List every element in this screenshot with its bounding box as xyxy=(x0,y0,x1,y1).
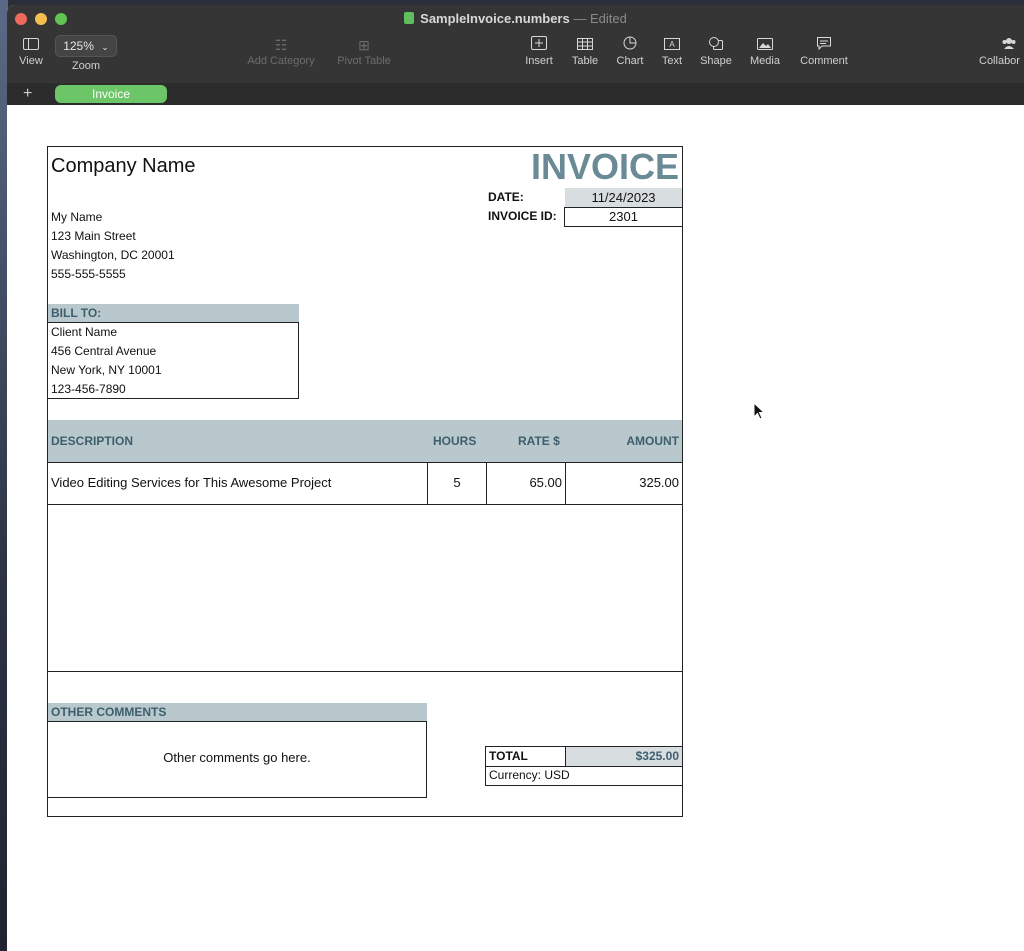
view-label: View xyxy=(19,55,43,67)
comment-icon xyxy=(795,35,853,55)
column-hours: HOURS xyxy=(433,434,477,448)
column-amount: AMOUNT xyxy=(626,434,679,448)
collaborate-label: Collabor xyxy=(979,55,1020,67)
items-header-row: DESCRIPTION HOURS RATE $ AMOUNT xyxy=(48,420,682,463)
date-label: DATE: xyxy=(488,190,524,204)
client-phone[interactable]: 123-456-7890 xyxy=(51,380,298,399)
text-box-icon: A xyxy=(657,35,687,55)
add-category-label: Add Category xyxy=(247,55,315,67)
title-bar: SampleInvoice.numbers — Edited View 125%… xyxy=(7,5,1024,84)
item-rate[interactable]: 65.00 xyxy=(487,475,562,490)
table-row: Video Editing Services for This Awesome … xyxy=(48,463,682,505)
image-icon xyxy=(745,35,785,55)
svg-text:A: A xyxy=(669,40,675,49)
sender-city[interactable]: Washington, DC 20001 xyxy=(51,246,175,265)
shape-label: Shape xyxy=(700,55,732,67)
pivot-table-button[interactable]: ⊞ Pivot Table xyxy=(333,35,395,67)
column-rate: RATE $ xyxy=(518,434,560,448)
window-title-separator: — xyxy=(573,11,587,26)
client-city[interactable]: New York, NY 10001 xyxy=(51,361,298,380)
numbers-document-icon xyxy=(404,12,415,24)
add-sheet-button[interactable]: + xyxy=(23,83,32,105)
window-filename: SampleInvoice.numbers xyxy=(420,11,570,26)
sender-name[interactable]: My Name xyxy=(51,208,175,227)
chart-button[interactable]: Chart xyxy=(611,35,649,67)
table-button[interactable]: Table xyxy=(567,35,603,67)
insert-label: Insert xyxy=(525,55,553,67)
text-label: Text xyxy=(661,55,683,67)
pivot-table-label: Pivot Table xyxy=(337,55,391,67)
item-hours[interactable]: 5 xyxy=(428,475,486,490)
client-name[interactable]: Client Name xyxy=(51,323,298,342)
zoom-label-wrap: Zoom xyxy=(55,60,117,72)
collaborate-button[interactable]: Collabor xyxy=(979,35,1024,67)
chevron-down-icon: ⌄ xyxy=(101,42,109,52)
shape-icon xyxy=(697,35,735,55)
pie-chart-icon xyxy=(611,35,649,55)
other-comments-header: OTHER COMMENTS xyxy=(48,703,427,721)
currency-label[interactable]: Currency: USD xyxy=(489,768,570,782)
other-comments-box[interactable]: Other comments go here. xyxy=(48,721,427,798)
window-title: SampleInvoice.numbers — Edited xyxy=(7,11,1024,26)
shape-button[interactable]: Shape xyxy=(697,35,735,67)
zoom-dropdown[interactable]: 125% ⌄ xyxy=(55,35,117,57)
sender-street[interactable]: 123 Main Street xyxy=(51,227,175,246)
media-label: Media xyxy=(750,55,780,67)
total-label: TOTAL xyxy=(489,749,528,763)
item-description[interactable]: Video Editing Services for This Awesome … xyxy=(51,475,331,490)
invoice-id-label: INVOICE ID: xyxy=(488,209,557,223)
items-bottom-rule xyxy=(48,671,682,672)
item-amount[interactable]: 325.00 xyxy=(639,475,679,490)
bill-to-box: Client Name 456 Central Avenue New York,… xyxy=(48,322,299,399)
zoom-label: Zoom xyxy=(71,60,101,72)
comment-button[interactable]: Comment xyxy=(795,35,853,67)
total-box: TOTAL $325.00 Currency: USD xyxy=(485,746,682,786)
zoom-value: 125% xyxy=(63,39,94,53)
date-value[interactable]: 11/24/2023 xyxy=(565,188,682,207)
invoice-title[interactable]: INVOICE xyxy=(531,146,679,188)
sheet-canvas: Company Name INVOICE DATE: 11/24/2023 IN… xyxy=(7,105,1024,951)
numbers-window: SampleInvoice.numbers — Edited View 125%… xyxy=(7,5,1024,951)
add-category-icon: ☷ xyxy=(274,37,288,53)
view-button[interactable]: View xyxy=(15,35,47,67)
sender-block: My Name 123 Main Street Washington, DC 2… xyxy=(51,208,175,284)
sheet-tab-invoice[interactable]: Invoice xyxy=(55,85,167,103)
comment-label: Comment xyxy=(800,55,848,67)
window-edited-status: Edited xyxy=(589,11,627,26)
company-name[interactable]: Company Name xyxy=(51,155,196,178)
column-divider xyxy=(565,463,566,504)
insert-button[interactable]: Insert xyxy=(521,35,557,67)
sidebar-icon xyxy=(15,35,47,55)
sheet-tab-bar: + Invoice xyxy=(7,83,1024,105)
media-button[interactable]: Media xyxy=(745,35,785,67)
sender-phone[interactable]: 555-555-5555 xyxy=(51,265,175,284)
invoice-sheet: Company Name INVOICE DATE: 11/24/2023 IN… xyxy=(47,146,683,817)
collaborate-icon xyxy=(979,35,1024,55)
text-button[interactable]: A Text xyxy=(657,35,687,67)
total-row: TOTAL $325.00 xyxy=(486,747,682,767)
add-category-button[interactable]: ☷ Add Category xyxy=(243,35,319,67)
total-value[interactable]: $325.00 xyxy=(636,749,679,763)
insert-icon xyxy=(521,35,557,55)
mouse-pointer-icon xyxy=(753,402,766,420)
invoice-id-value[interactable]: 2301 xyxy=(564,207,683,227)
pivot-table-icon: ⊞ xyxy=(358,37,370,53)
chart-label: Chart xyxy=(616,55,644,67)
column-description: DESCRIPTION xyxy=(51,434,134,448)
client-street[interactable]: 456 Central Avenue xyxy=(51,342,298,361)
bill-to-header: BILL TO: xyxy=(48,304,299,322)
table-icon xyxy=(567,35,603,55)
total-value-cell: $325.00 xyxy=(565,747,682,766)
table-label: Table xyxy=(571,55,599,67)
